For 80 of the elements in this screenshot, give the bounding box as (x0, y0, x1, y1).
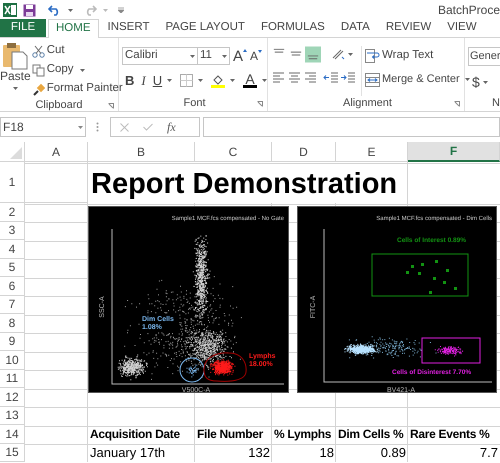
wrap-text-button[interactable]: Wrap Text (365, 46, 470, 65)
column-header[interactable]: B (88, 142, 195, 162)
dialog-launcher-icon[interactable] (454, 101, 460, 107)
spreadsheet-logo-icon (3, 3, 17, 17)
customize-caret-icon[interactable] (118, 7, 124, 13)
copy-icon (32, 64, 45, 76)
paintbrush-icon (32, 82, 45, 96)
merge-center-button[interactable]: Merge & Center (365, 70, 470, 89)
table-cell-text: 0.89 (380, 444, 406, 462)
number-format-dropdown[interactable]: Gener (468, 47, 500, 66)
group-label: Font (183, 96, 206, 112)
font-name-dropdown[interactable]: Calibri (122, 47, 198, 65)
group-label: Clipboard (35, 98, 83, 114)
window-title: BatchProce (438, 2, 500, 19)
italic-button[interactable]: I (141, 71, 146, 90)
group-label: Alignment (343, 96, 392, 112)
shrink-font-button[interactable]: A (250, 50, 262, 62)
ribbon-tab[interactable]: INSERT (100, 19, 156, 37)
underline-button[interactable]: U (152, 71, 162, 90)
column-heading: Acquisition Date (90, 426, 180, 444)
grow-font-button[interactable]: A (233, 48, 248, 64)
fill-color-icon[interactable] (211, 74, 226, 88)
caret-icon (80, 68, 85, 72)
caret-icon[interactable] (482, 81, 488, 84)
caret-icon (464, 78, 470, 81)
font-size-dropdown[interactable]: 11 (198, 47, 230, 65)
table-cell-text: 132 (248, 444, 270, 462)
save-icon[interactable] (23, 4, 36, 16)
column-heading: Dim Cells % (338, 426, 404, 444)
column-heading: Rare Events % (410, 426, 490, 444)
ribbon-tab[interactable]: DATA (334, 19, 377, 37)
table-cell-text: 7.7 (480, 444, 498, 462)
caret-icon[interactable] (230, 79, 236, 82)
insert-function-button[interactable]: fx (167, 118, 176, 136)
dialog-launcher-icon[interactable] (257, 101, 263, 107)
dialog-launcher-icon[interactable] (108, 103, 114, 109)
paste-button[interactable]: Paste (0, 42, 31, 98)
column-header[interactable]: A (25, 142, 88, 162)
caret-icon[interactable] (68, 8, 73, 12)
caret-icon (190, 54, 195, 58)
formula-input[interactable] (203, 117, 500, 137)
currency-button[interactable]: $ (472, 72, 480, 93)
caret-icon[interactable] (198, 79, 204, 82)
caret-up-icon (243, 48, 248, 52)
caret-icon (12, 87, 18, 90)
column-header[interactable]: C (195, 142, 272, 162)
caret-icon (222, 54, 227, 58)
scissors-icon (32, 44, 45, 58)
column-heading: File Number (197, 426, 264, 444)
bold-button[interactable]: B (125, 71, 134, 90)
font-color-button[interactable]: A (243, 73, 258, 88)
table-cell-text: 18 (320, 444, 334, 462)
cut-button[interactable]: Cut (32, 42, 123, 60)
caret-icon[interactable] (167, 79, 172, 82)
column-header[interactable]: D (272, 142, 336, 162)
ribbon-tab[interactable]: PAGE LAYOUT (158, 19, 252, 37)
merge-cells-icon (365, 72, 380, 86)
group-label: N (492, 96, 500, 111)
format-painter-button[interactable]: Format Painter (32, 80, 123, 98)
caret-icon[interactable] (262, 79, 267, 82)
ribbon-tab[interactable]: HOME (48, 19, 98, 38)
column-heading: % Lymphs (274, 426, 332, 444)
name-box[interactable]: F18 (0, 117, 86, 137)
column-header[interactable]: E (336, 142, 408, 162)
drag-handle-icon[interactable] (96, 122, 99, 132)
copy-button[interactable]: Copy (32, 61, 123, 79)
caret-icon[interactable] (348, 53, 353, 56)
table-cell-text: January 17th (90, 444, 166, 462)
file-tab[interactable]: FILE (0, 19, 46, 37)
caret-down-icon (258, 50, 262, 52)
report-title: Report Demonstration (91, 168, 398, 201)
clipboard-icon (2, 42, 28, 70)
gate-outline (422, 338, 480, 364)
ribbon-tab[interactable]: VIEW (440, 19, 484, 37)
ribbon-tab[interactable]: FORMULAS (254, 19, 332, 37)
wrap-text-icon (365, 48, 380, 62)
caret-icon (78, 126, 83, 128)
column-header[interactable]: F (408, 142, 500, 162)
ribbon-tab[interactable]: REVIEW (378, 19, 438, 37)
bottom-align-icon[interactable] (305, 46, 321, 63)
